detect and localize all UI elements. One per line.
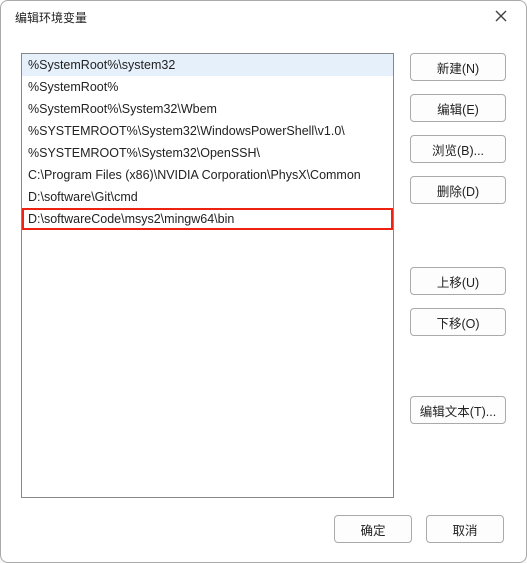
list-item[interactable]: %SYSTEMROOT%\System32\WindowsPowerShell\… [22, 120, 393, 142]
list-item[interactable]: C:\Program Files (x86)\NVIDIA Corporatio… [22, 164, 393, 186]
edit-button[interactable]: 编辑(E) [410, 94, 506, 122]
cancel-button[interactable]: 取消 [426, 515, 504, 543]
path-listbox[interactable]: %SystemRoot%\system32%SystemRoot%%System… [21, 53, 394, 498]
close-button[interactable] [486, 5, 516, 29]
edit-text-button[interactable]: 编辑文本(T)... [410, 396, 506, 424]
list-item[interactable]: %SystemRoot% [22, 76, 393, 98]
list-item[interactable]: %SYSTEMROOT%\System32\OpenSSH\ [22, 142, 393, 164]
move-down-button[interactable]: 下移(O) [410, 308, 506, 336]
spacer [410, 349, 506, 396]
dialog-title: 编辑环境变量 [15, 9, 87, 26]
delete-button[interactable]: 删除(D) [410, 176, 506, 204]
ok-button[interactable]: 确定 [334, 515, 412, 543]
list-item[interactable]: %SystemRoot%\system32 [22, 54, 393, 76]
spacer [410, 217, 506, 267]
list-item[interactable]: D:\softwareCode\msys2\mingw64\bin [22, 208, 393, 230]
dialog-footer: 确定 取消 [1, 506, 526, 562]
titlebar: 编辑环境变量 [1, 1, 526, 33]
close-icon [495, 10, 507, 25]
list-item[interactable]: D:\software\Git\cmd [22, 186, 393, 208]
env-var-dialog: 编辑环境变量 %SystemRoot%\system32%SystemRoot%… [0, 0, 527, 563]
move-up-button[interactable]: 上移(U) [410, 267, 506, 295]
dialog-content: %SystemRoot%\system32%SystemRoot%%System… [1, 33, 526, 506]
browse-button[interactable]: 浏览(B)... [410, 135, 506, 163]
side-buttons: 新建(N) 编辑(E) 浏览(B)... 删除(D) 上移(U) 下移(O) 编… [410, 53, 506, 506]
new-button[interactable]: 新建(N) [410, 53, 506, 81]
list-item[interactable]: %SystemRoot%\System32\Wbem [22, 98, 393, 120]
